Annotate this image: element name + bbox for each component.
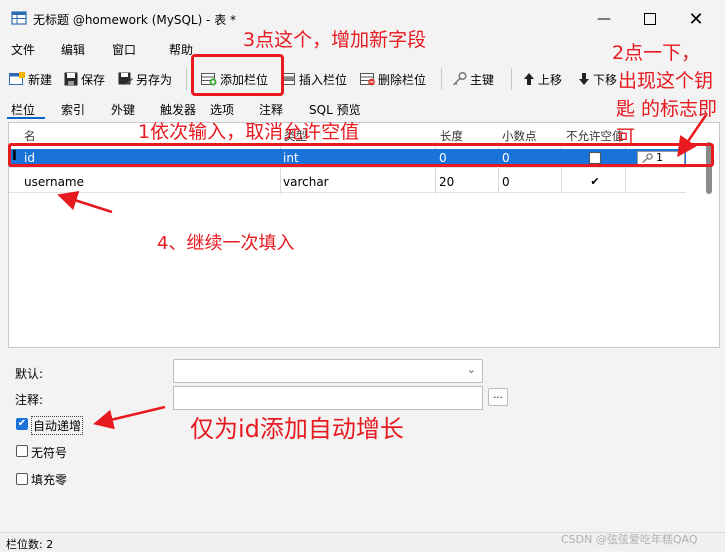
arrow-to-username <box>57 191 113 214</box>
arrow-to-auto-increment <box>93 405 166 430</box>
annotation-arrows <box>57 114 708 430</box>
arrow-to-key <box>677 114 708 158</box>
